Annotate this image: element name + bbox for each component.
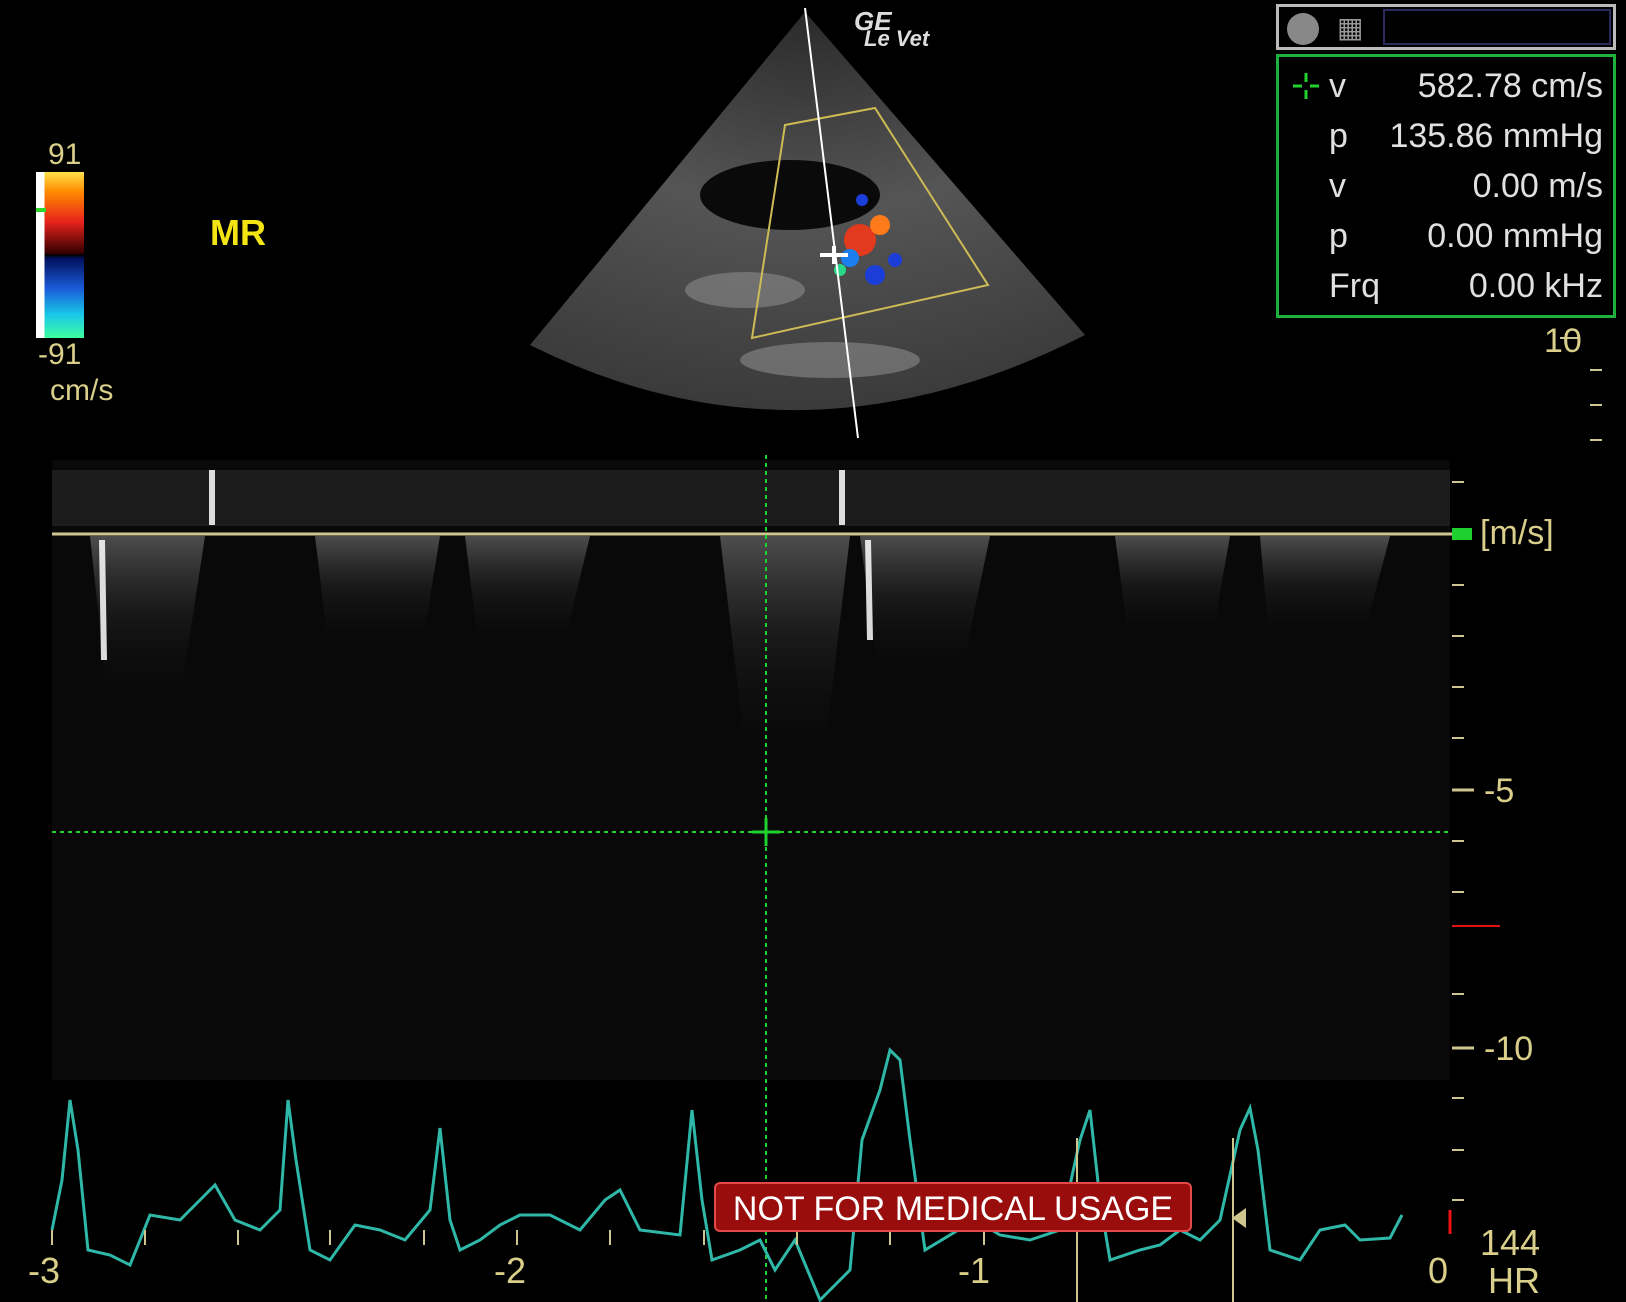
measurement-panel: v 582.78 cm/s p 135.86 mmHg v 0.00 m/s p… (1276, 54, 1616, 318)
measurement-value: 0.00 mmHg (1427, 217, 1603, 255)
measurement-value: 0.00 m/s (1472, 167, 1603, 205)
ecg-trace (50, 1047, 1404, 1302)
crosshair-icon (1293, 73, 1319, 99)
baseline-handle[interactable] (1452, 528, 1472, 540)
display-icon[interactable]: ▦ (1337, 11, 1375, 45)
velocity-unit-label: [m/s] (1480, 514, 1554, 552)
measurement-key: v (1329, 167, 1346, 205)
measurement-title-bar (1383, 9, 1611, 45)
warning-banner: NOT FOR MEDICAL USAGE (714, 1182, 1192, 1232)
color-scale-min: -91 (38, 338, 82, 371)
measurement-value: 582.78 cm/s (1417, 67, 1603, 105)
measurement-value: 0.00 kHz (1468, 267, 1603, 305)
mode-label: MR (210, 212, 266, 253)
measurement-value: 135.86 mmHg (1389, 117, 1603, 155)
record-icon[interactable] (1287, 13, 1319, 45)
velocity-scale-label: -10 (1484, 1030, 1534, 1068)
measurement-row: p 0.00 mmHg (1329, 211, 1603, 261)
measurement-key: p (1329, 217, 1348, 255)
measurement-key: Frq (1329, 267, 1380, 305)
time-axis-label: -1 (958, 1250, 991, 1291)
time-axis-label: -3 (28, 1250, 61, 1291)
brand-subtitle: Le Vet (864, 26, 930, 51)
measurement-row: v 0.00 m/s (1329, 161, 1603, 211)
velocity-scale-label: -5 (1484, 772, 1515, 810)
color-scale-bar (36, 172, 84, 338)
measurement-key: p (1329, 117, 1348, 155)
measurement-row: p 135.86 mmHg (1329, 111, 1603, 161)
color-scale-unit: cm/s (50, 374, 114, 407)
measurement-key: v (1329, 67, 1346, 105)
measurement-row: v 582.78 cm/s (1329, 61, 1603, 111)
time-axis-label: 0 (1428, 1250, 1449, 1291)
color-scale-max: 91 (48, 138, 82, 171)
measurement-row: Frq 0.00 kHz (1329, 261, 1603, 311)
depth-scale-label: 10 (1544, 322, 1582, 360)
velocity-scale-ticks (1452, 337, 1602, 1201)
time-axis-label: -2 (494, 1250, 527, 1291)
measurement-toolbar: ▦ (1276, 4, 1616, 50)
heart-rate-value: 144 (1480, 1222, 1541, 1263)
heart-rate-label: HR (1488, 1260, 1540, 1301)
